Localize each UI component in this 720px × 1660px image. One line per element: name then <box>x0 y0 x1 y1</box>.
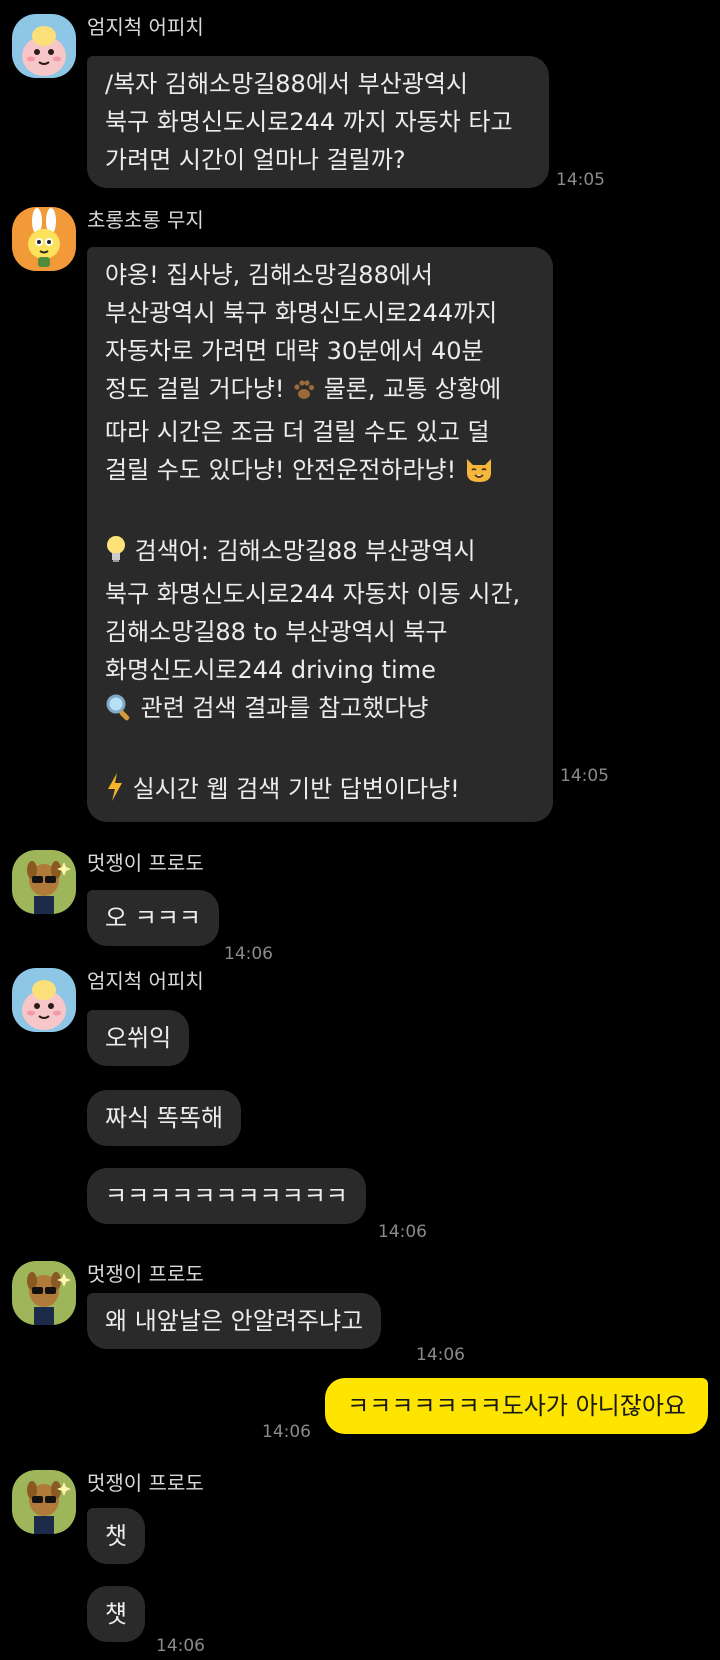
apeach-avatar-icon[interactable] <box>12 968 76 1032</box>
frodo-avatar-icon[interactable] <box>12 1261 76 1325</box>
message-time: 14:06 <box>224 944 273 964</box>
cat-face-icon <box>464 455 494 494</box>
muzi-avatar-icon[interactable] <box>12 207 76 271</box>
apeach-avatar-icon[interactable] <box>12 14 76 78</box>
message-bubble[interactable]: 챗 <box>87 1508 146 1564</box>
message-text: 검색어: 김해소망길88 부산광역시 북구 화명신도시로244 자동차 이동 시… <box>105 537 521 684</box>
sender-name: 멋쟁이 프로도 <box>87 1262 204 1286</box>
sender-name: 초롱초롱 무지 <box>87 208 204 232</box>
lightbulb-icon <box>105 534 127 575</box>
sender-name: 멋쟁이 프로도 <box>87 1471 204 1495</box>
message-time: 14:05 <box>560 766 609 786</box>
message-bubble[interactable]: 짜식 똑똑해 <box>87 1090 242 1146</box>
message-time: 14:06 <box>378 1222 427 1242</box>
my-message-bubble[interactable]: ㅋㅋㅋㅋㅋㅋㅋ도사가 아니잖아요 <box>325 1378 708 1434</box>
sender-name: 엄지척 어피치 <box>87 969 204 993</box>
message-bubble[interactable]: 오 ㅋㅋㅋ <box>87 890 219 946</box>
message-time: 14:06 <box>416 1345 465 1365</box>
message-time: 14:06 <box>262 1422 311 1442</box>
message-bubble[interactable]: 야옹! 집사냥, 김해소망길88에서 부산광역시 북구 화명신도시로244까지 … <box>87 247 553 822</box>
message-bubble[interactable]: 오쒸익 <box>87 1010 190 1066</box>
paw-icon <box>292 375 316 413</box>
message-text: 관련 검색 결과를 참고했다냥 <box>133 694 429 722</box>
message-time: 14:05 <box>556 170 605 190</box>
sender-name: 엄지척 어피치 <box>87 15 204 39</box>
message-bubble[interactable]: 왜 내앞날은 안알려주냐고 <box>87 1293 382 1349</box>
message-bubble[interactable]: /복자 김해소망길88에서 부산광역시 북구 화명신도시로244 까지 자동차 … <box>87 56 549 188</box>
lightning-icon <box>105 772 125 813</box>
message-text: 실시간 웹 검색 기반 답변이다냥! <box>125 775 460 803</box>
message-time: 14:06 <box>156 1636 205 1656</box>
frodo-avatar-icon[interactable] <box>12 1470 76 1534</box>
magnifier-icon <box>105 693 133 732</box>
message-bubble[interactable]: 첏 <box>87 1586 146 1642</box>
frodo-avatar-icon[interactable] <box>12 850 76 914</box>
sender-name: 멋쟁이 프로도 <box>87 851 204 875</box>
message-bubble[interactable]: ㅋㅋㅋㅋㅋㅋㅋㅋㅋㅋㅋ <box>87 1168 366 1224</box>
chat-room[interactable]: 엄지척 어피치 /복자 김해소망길88에서 부산광역시 북구 화명신도시로244… <box>0 0 720 1660</box>
